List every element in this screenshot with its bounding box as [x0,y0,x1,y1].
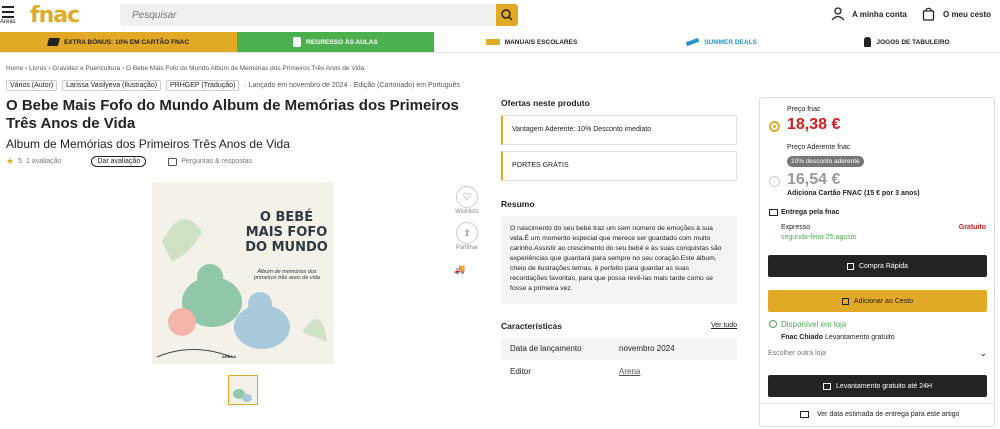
qa-link[interactable]: Perguntas & respostas [181,158,252,165]
other-store-select[interactable]: Escolher outra loja ⌄ [768,348,987,358]
review-button[interactable]: Dar avaliação [91,156,147,167]
divider [0,52,1000,53]
account-link[interactable]: A minha conta [852,10,907,19]
search-input[interactable] [120,4,496,26]
free-shipping-icon: 🚚 [454,264,466,274]
store-name: Fnac Chiado [781,334,824,341]
breadcrumb-home[interactable]: Home [6,65,23,72]
summary-heading: Resumo [501,199,535,209]
express-date: segunda-feira 25 agosto [781,234,857,241]
share-button[interactable]: ⇪ [456,222,478,244]
ticket-icon [46,38,61,46]
member-price-label: Preço Aderente fnac [787,144,851,151]
backpack-icon [293,37,302,47]
search-icon [501,9,513,21]
store-row: Fnac Chiado Levantamento gratuito [781,334,895,341]
chevron-down-icon: ⌄ [979,348,987,358]
pawn-icon [864,37,872,47]
card-note: Adiciona Cartão FNAC (15 € por 3 anos) [787,190,920,197]
store-availability: Disponível em loja [781,320,847,329]
plane-icon [685,37,700,47]
breadcrumb-category[interactable]: Gravidez e Puericultura [52,65,120,72]
share-label: Partilhar [455,245,479,251]
feature-label: Editor [510,367,531,376]
promo-back-to-school[interactable]: REGRESSO ÀS AULAS [237,32,434,52]
store-pickup: Levantamento gratuito [824,334,895,341]
truck-icon [769,209,778,216]
publisher-link[interactable]: Arena [619,367,640,376]
check-icon [769,320,777,328]
breadcrumb-current: O Bebe Mais Fofo do Mundo Album de Memór… [125,65,365,72]
cover-subtitle: Álbum de memórias dos primeiros três ano… [253,269,321,281]
features-heading: Características [501,321,562,331]
wishlist-button[interactable]: ♡ [456,186,478,208]
thumbnail-image [229,376,257,404]
rating-value: 5 [18,158,22,165]
header: Áreas fnac A minha conta O meu cesto [0,0,1000,31]
price-radio[interactable] [769,121,780,132]
offer-member: Vantagem Aderente: 10% Desconto imediato [501,115,737,145]
promo-bonus[interactable]: EXTRA BÓNUS: 10% EM CARTÃO FNAC [0,32,237,52]
breadcrumb: Home › Livros › Gravidez e Puericultura … [6,65,365,72]
wishlist-label: Wishlists [455,209,479,215]
truck-icon [800,411,809,418]
member-price-radio[interactable] [769,176,780,187]
express-label: Expresso [781,224,811,231]
tag-illustrator[interactable]: Larissa Vasilyeva (Ilustração) [62,80,162,91]
contributors-row: Vários (Autor) Larissa Vasilyeva (Ilustr… [6,80,460,91]
cart-icon[interactable] [922,7,935,21]
feature-row: Data de lançamento novembro 2024 [501,338,737,360]
breadcrumb-books[interactable]: Livros [29,65,46,72]
see-all-link[interactable]: Ver tudo [711,322,737,329]
heart-icon: ♡ [462,191,472,203]
product-title: O Bebe Mais Fofo do Mundo Album de Memór… [6,97,459,132]
add-to-cart-button[interactable]: Adicionar ao Cesto [768,290,987,312]
product-subtitle: Album de Memórias dos Primeiros Três Ano… [6,137,290,151]
cart-link[interactable]: O meu cesto [943,10,991,19]
member-price: 16,54 € [787,171,841,188]
rating-row: ★ 5 1 avaliação Dar avaliação Perguntas … [6,156,252,167]
cover-publisher: ARENA [222,354,237,359]
feature-value: novembro 2024 [619,344,675,353]
price-label: Preço fnac [787,106,821,113]
user-icon[interactable] [831,7,845,21]
tag-author[interactable]: Vários (Autor) [6,80,58,91]
quick-buy-button[interactable]: Compra Rápida [768,255,987,277]
promo-summer-deals[interactable]: SUMMER DEALS [629,32,814,52]
release-date: Lançado em novembro de 2024 [248,82,348,89]
price: 18,38 € [787,116,841,133]
share-icon: ⇪ [463,227,471,238]
pickup-button[interactable]: Levantamento gratuito até 24H [768,375,987,397]
offers-heading: Ofertas neste produto [501,98,590,108]
star-icon: ★ [6,156,15,166]
divider [760,403,994,404]
promo-board-games[interactable]: JOGOS DE TABULEIRO [814,32,1000,52]
fnac-logo[interactable]: fnac [30,3,80,28]
summary-text: O nascimento do seu bebé traz um sem núm… [501,216,737,304]
search-button[interactable] [496,4,518,26]
product-cover-image[interactable]: O BEBÉ MAIS FOFO DO MUNDO Álbum de memór… [152,182,334,364]
qa-icon [168,157,178,166]
offer-shipping: PORTES GRÁTIS [501,151,737,181]
edition: Edição (Cartonado) em Português [353,82,460,89]
rating-count[interactable]: 1 avaliação [26,158,61,165]
menu-label: Áreas [0,19,16,25]
books-icon [485,39,500,45]
store-icon [822,382,831,390]
search-bar [120,4,518,26]
feature-row: Editor Arena [501,361,737,383]
cover-title: O BEBÉ MAIS FOFO DO MUNDO [245,210,328,255]
estimate-link[interactable]: Ver data estimada de entrega para este a… [800,411,959,418]
tag-translator[interactable]: PRHGEP (Tradução) [166,80,240,91]
delivery-label: Entrega pela fnac [781,209,840,216]
buy-box: Preço fnac 18,38 € Preço Aderente fnac 1… [759,97,995,427]
bag-icon [841,297,849,305]
promo-school-books[interactable]: MANUAIS ESCOLARES [434,32,629,52]
discount-badge: 10% desconto aderente [787,156,864,167]
express-price: Gratuito [958,224,986,231]
feature-label: Data de lançamento [510,344,582,353]
thumbnail[interactable] [228,375,258,405]
lightning-icon [846,262,854,270]
